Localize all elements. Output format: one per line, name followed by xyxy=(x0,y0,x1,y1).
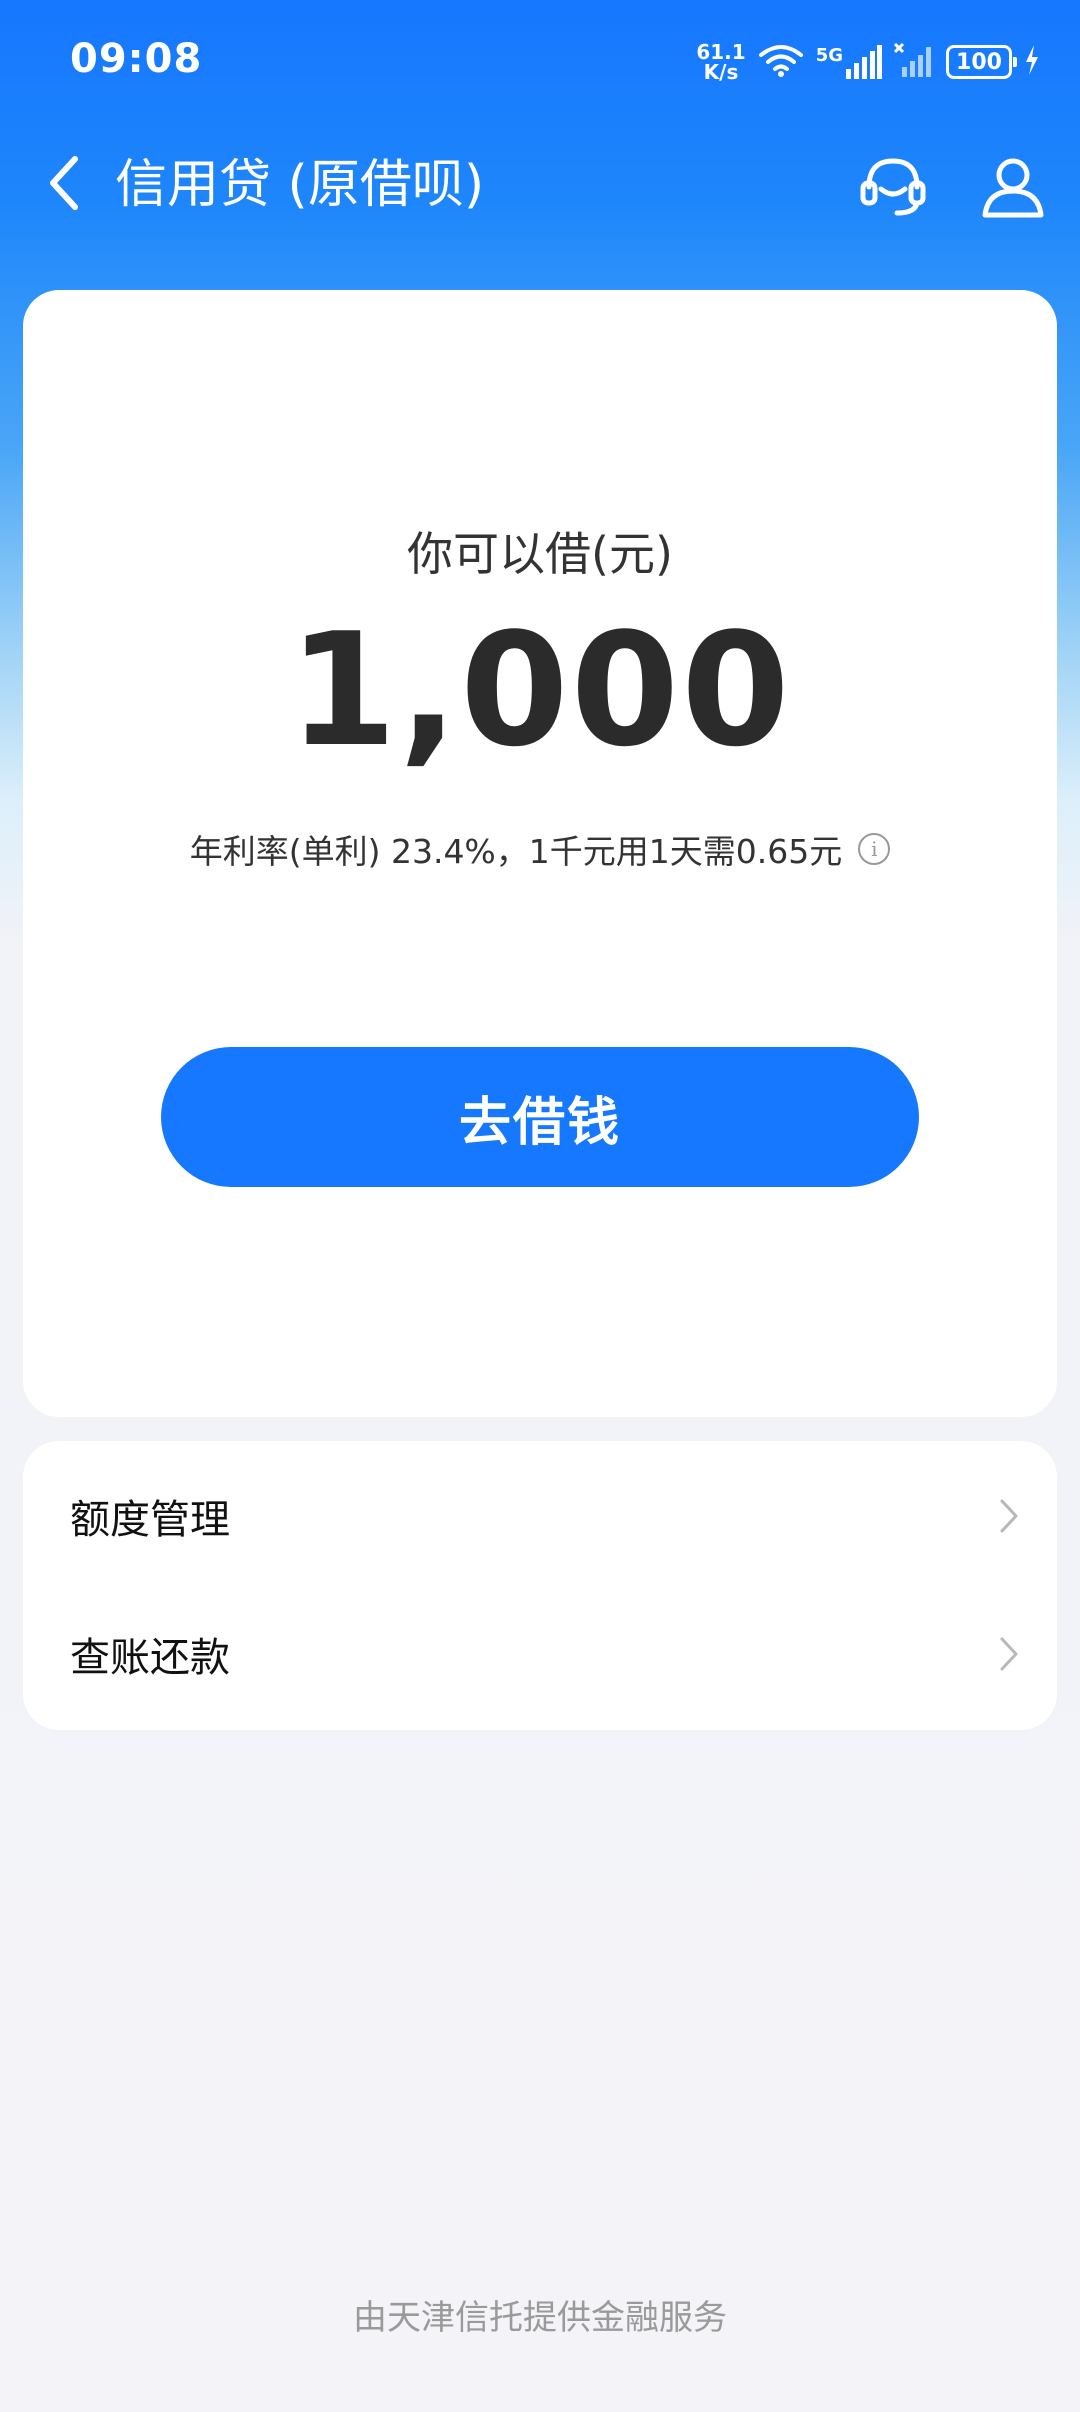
menu-item-label: 查账还款 xyxy=(70,1635,230,1681)
customer-service-icon xyxy=(859,153,927,223)
menu-item-label: 额度管理 xyxy=(70,1497,230,1543)
page-title: 信用贷 (原借呗) xyxy=(115,155,485,215)
network-type-label: 5G xyxy=(815,45,843,66)
signal-no-service-icon xyxy=(893,42,934,81)
battery-level: 100 xyxy=(956,49,1002,75)
borrowable-amount-label: 你可以借(元) xyxy=(407,527,673,581)
signal-5g-icon: 5G xyxy=(816,45,882,79)
network-speed-unit: K/s xyxy=(703,60,739,84)
footer-provider-text: 由天津信托提供金融服务 xyxy=(353,2298,727,2338)
user-profile-icon xyxy=(980,153,1046,223)
loan-card: 你可以借(元) 1,000 年利率(单利) 23.4%，1千元用1天需0.65元… xyxy=(23,290,1057,1417)
status-time: 09:08 xyxy=(70,36,203,82)
interest-rate-info: 年利率(单利) 23.4%，1千元用1天需0.65元 i xyxy=(23,825,1057,873)
network-speed-value: 61.1 xyxy=(696,40,746,64)
interest-rate-text: 年利率(单利) 23.4%，1千元用1天需0.65元 xyxy=(189,832,843,871)
borrow-button[interactable]: 去借钱 xyxy=(161,1047,919,1187)
back-arrow-icon xyxy=(45,153,85,217)
menu-item-bills-repayment[interactable]: 查账还款 xyxy=(23,1589,1057,1719)
battery-icon: 100 xyxy=(946,45,1017,79)
status-icons: 61.1 K/s 5G 100 xyxy=(696,34,1040,90)
user-profile-button[interactable] xyxy=(975,150,1051,226)
menu-item-credit-management[interactable]: 额度管理 xyxy=(23,1451,1057,1581)
wifi-icon xyxy=(758,43,804,81)
borrowable-amount: 1,000 xyxy=(288,599,792,781)
menu-card: 额度管理 查账还款 xyxy=(23,1441,1057,1730)
charging-icon xyxy=(1024,45,1040,79)
header: 信用贷 (原借呗) xyxy=(0,130,1080,240)
customer-service-button[interactable] xyxy=(855,150,931,226)
chevron-right-icon xyxy=(991,1636,1027,1672)
network-speed: 61.1 K/s xyxy=(696,42,745,82)
back-button[interactable] xyxy=(30,150,100,220)
info-icon[interactable]: i xyxy=(858,833,891,865)
status-bar: 09:08 61.1 K/s 5G 100 xyxy=(0,0,1080,120)
chevron-right-icon xyxy=(991,1498,1027,1534)
